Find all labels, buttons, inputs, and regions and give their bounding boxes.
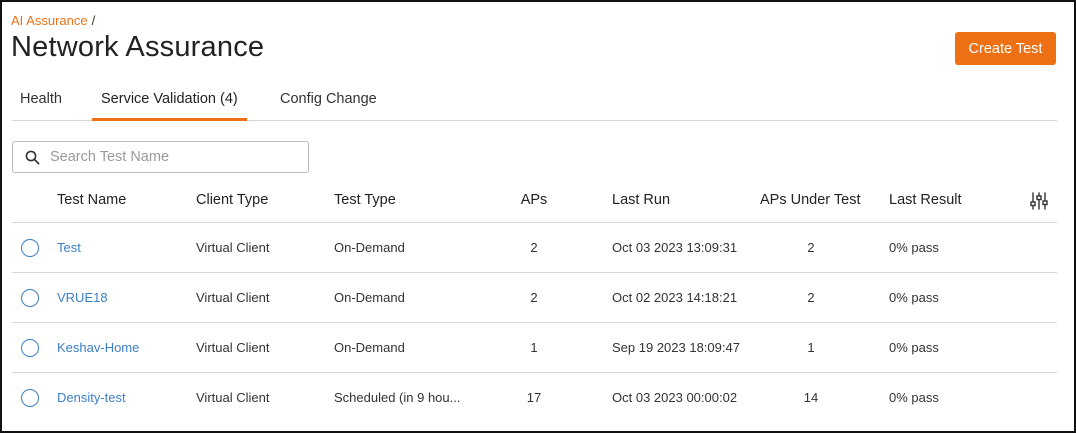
table-row[interactable]: VRUE18 Virtual Client On-Demand 2 Oct 02… bbox=[12, 273, 1057, 323]
table-header-row: Test Name Client Type Test Type APs Last… bbox=[12, 180, 1057, 223]
aps-cell: 2 bbox=[530, 290, 538, 305]
test-name-link[interactable]: Keshav-Home bbox=[57, 340, 139, 355]
test-name-link[interactable]: Test bbox=[57, 240, 81, 255]
last-result-cell: 0% pass bbox=[889, 340, 939, 355]
aps-cell: 2 bbox=[530, 240, 538, 255]
table-row[interactable]: Keshav-Home Virtual Client On-Demand 1 S… bbox=[12, 323, 1057, 373]
last-run-cell: Sep 19 2023 18:09:47 bbox=[612, 340, 740, 355]
column-header-test-name[interactable]: Test Name bbox=[57, 192, 126, 208]
column-header-last-result[interactable]: Last Result bbox=[889, 192, 962, 208]
aps-under-test-cell: 14 bbox=[803, 390, 819, 405]
column-header-client-type[interactable]: Client Type bbox=[196, 192, 268, 208]
page-title: Network Assurance bbox=[11, 31, 265, 63]
last-result-cell: 0% pass bbox=[889, 290, 939, 305]
table-row[interactable]: Test Virtual Client On-Demand 2 Oct 03 2… bbox=[12, 223, 1057, 273]
aps-cell: 17 bbox=[526, 390, 542, 405]
last-result-cell: 0% pass bbox=[889, 240, 939, 255]
column-header-test-type[interactable]: Test Type bbox=[334, 192, 396, 208]
aps-cell: 1 bbox=[530, 340, 538, 355]
test-name-link[interactable]: Density-test bbox=[57, 390, 126, 405]
test-type-cell: On-Demand bbox=[334, 240, 405, 255]
last-run-cell: Oct 03 2023 13:09:31 bbox=[612, 240, 738, 255]
client-type-cell: Virtual Client bbox=[196, 390, 270, 405]
test-table: Test Name Client Type Test Type APs Last… bbox=[12, 180, 1057, 423]
breadcrumb-ai-assurance-link[interactable]: AI Assurance bbox=[11, 13, 88, 28]
client-type-cell: Virtual Client bbox=[196, 340, 270, 355]
create-test-button[interactable]: Create Test bbox=[955, 32, 1056, 65]
breadcrumb: AI Assurance / bbox=[11, 13, 95, 28]
aps-under-test-cell: 2 bbox=[807, 290, 815, 305]
search-box bbox=[12, 141, 309, 173]
aps-under-test-cell: 2 bbox=[807, 240, 815, 255]
app-frame: AI Assurance / Network Assurance Create T… bbox=[0, 0, 1076, 433]
last-result-cell: 0% pass bbox=[889, 390, 939, 405]
test-type-cell: On-Demand bbox=[334, 290, 405, 305]
search-input[interactable] bbox=[50, 144, 300, 170]
test-name-link[interactable]: VRUE18 bbox=[57, 290, 108, 305]
aps-under-test-cell: 1 bbox=[807, 340, 815, 355]
table-row[interactable]: Density-test Virtual Client Scheduled (i… bbox=[12, 373, 1057, 423]
breadcrumb-separator: / bbox=[91, 13, 96, 28]
radio-icon[interactable] bbox=[21, 389, 39, 407]
column-header-aps-under-test[interactable]: APs Under Test bbox=[760, 192, 860, 208]
client-type-cell: Virtual Client bbox=[196, 240, 270, 255]
last-run-cell: Oct 03 2023 00:00:02 bbox=[612, 390, 738, 405]
radio-icon[interactable] bbox=[21, 339, 39, 357]
tab-bar: Health Service Validation (4) Config Cha… bbox=[12, 82, 1057, 121]
radio-icon[interactable] bbox=[21, 239, 39, 257]
last-run-cell: Oct 02 2023 14:18:21 bbox=[612, 290, 738, 305]
radio-icon[interactable] bbox=[21, 289, 39, 307]
test-type-cell: On-Demand bbox=[334, 340, 405, 355]
column-header-aps[interactable]: APs bbox=[510, 192, 558, 208]
client-type-cell: Virtual Client bbox=[196, 290, 270, 305]
tab-config-change[interactable]: Config Change bbox=[280, 82, 377, 121]
sliders-icon[interactable] bbox=[1029, 191, 1049, 211]
test-type-cell: Scheduled (in 9 hou... bbox=[334, 390, 461, 405]
column-header-last-run[interactable]: Last Run bbox=[612, 192, 670, 208]
tab-health[interactable]: Health bbox=[20, 82, 62, 121]
search-icon bbox=[25, 150, 40, 165]
tab-service-validation[interactable]: Service Validation (4) bbox=[92, 82, 247, 121]
